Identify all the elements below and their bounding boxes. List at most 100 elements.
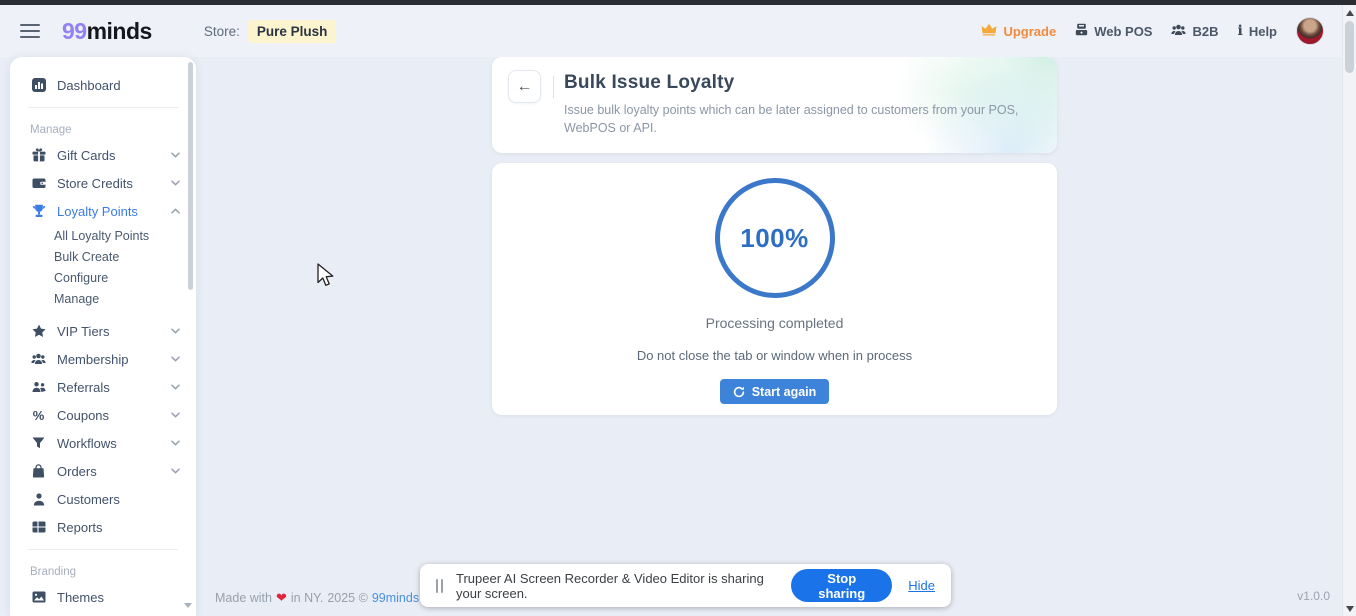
brand-logo[interactable]: 99minds xyxy=(62,18,152,45)
sidebar-item-label: Themes xyxy=(57,589,104,605)
sidebar-subitem-all-loyalty-points[interactable]: All Loyalty Points xyxy=(10,225,196,246)
stop-sharing-button[interactable]: Stop sharing xyxy=(791,569,893,602)
hide-link[interactable]: Hide xyxy=(908,578,935,593)
sidebar-item-membership[interactable]: Membership xyxy=(10,345,196,373)
sidebar-subitem-manage[interactable]: Manage xyxy=(10,288,196,309)
page-subtitle: Issue bulk loyalty points which can be l… xyxy=(564,103,1019,136)
sidebar-item-label: Orders xyxy=(57,463,97,479)
back-button[interactable]: ← xyxy=(508,70,541,103)
info-icon: i xyxy=(1237,23,1243,39)
user-avatar[interactable] xyxy=(1296,17,1324,45)
back-arrow-icon: ← xyxy=(516,77,533,95)
sidebar-item-label: VIP Tiers xyxy=(57,323,110,339)
b2b-label: B2B xyxy=(1192,23,1219,39)
start-again-button[interactable]: Start again xyxy=(719,379,830,404)
chevron-down-icon xyxy=(171,440,180,446)
chevron-down-icon xyxy=(171,468,180,474)
logo-99: 99 xyxy=(62,17,87,44)
footer-year: 2025 © xyxy=(327,591,368,605)
footer-note: Made with ❤ in NY. 2025 © 99minds Inc xyxy=(215,590,439,606)
members-group-icon xyxy=(30,353,47,365)
sidebar-subitem-bulk-create[interactable]: Bulk Create xyxy=(10,246,196,267)
upgrade-button[interactable]: Upgrade xyxy=(981,23,1056,39)
refresh-icon xyxy=(733,386,745,398)
progress-status: Processing completed xyxy=(705,315,844,331)
sidebar-nav: Dashboard Manage Gift Cards Store Credit… xyxy=(10,57,196,616)
person-icon xyxy=(30,492,47,506)
logo-minds: minds xyxy=(86,17,153,44)
sidebar-item-reports[interactable]: Reports xyxy=(10,513,196,541)
sidebar-item-loyalty-points[interactable]: Loyalty Points xyxy=(10,197,196,225)
drag-handle-icon[interactable] xyxy=(436,578,443,593)
sidebar-item-label: Dashboard xyxy=(57,77,121,93)
title-divider xyxy=(553,76,554,98)
store-label: Store: xyxy=(203,23,240,39)
sidebar-item-vip-tiers[interactable]: VIP Tiers xyxy=(10,317,196,345)
sidebar-section-branding: Branding xyxy=(30,566,77,578)
sidebar-item-label: Membership xyxy=(57,351,129,367)
scrollbar-thumb[interactable] xyxy=(1345,21,1354,73)
sidebar-item-workflows[interactable]: Workflows xyxy=(10,429,196,457)
two-people-icon xyxy=(30,381,47,393)
footer-location: in NY. xyxy=(290,591,324,605)
browser-scrollbar[interactable] xyxy=(1342,5,1356,616)
sidebar-section-manage: Manage xyxy=(30,124,72,136)
trophy-icon xyxy=(30,204,47,218)
sidebar-item-label: Coupons xyxy=(57,407,110,423)
progress-warning: Do not close the tab or window when in p… xyxy=(636,348,913,363)
help-label: Help xyxy=(1248,23,1277,39)
window-top-strip xyxy=(0,0,1356,5)
upgrade-label: Upgrade xyxy=(1003,23,1057,39)
sidebar-item-store-credits[interactable]: Store Credits xyxy=(10,169,196,197)
sidebar-item-emails[interactable]: Emails xyxy=(10,611,196,616)
sidebar-item-customers[interactable]: Customers xyxy=(10,485,196,513)
share-message: Trupeer AI Screen Recorder & Video Edito… xyxy=(456,570,764,601)
sidebar-item-label: Gift Cards xyxy=(57,147,116,163)
screen-share-bar: Trupeer AI Screen Recorder & Video Edito… xyxy=(420,564,951,607)
wallet-icon xyxy=(30,176,47,190)
sidebar-item-gift-cards[interactable]: Gift Cards xyxy=(10,141,196,169)
sidebar-item-label: Referrals xyxy=(57,379,110,395)
star-icon xyxy=(30,324,47,338)
store-selector: Store: Pure Plush xyxy=(203,19,337,43)
web-pos-button[interactable]: Web POS xyxy=(1075,23,1152,39)
sidebar-subitem-configure[interactable]: Configure xyxy=(10,267,196,288)
b2b-button[interactable]: B2B xyxy=(1171,23,1219,39)
mouse-cursor xyxy=(316,262,335,294)
footer-made-with: Made with xyxy=(215,591,272,605)
percent-icon: % xyxy=(32,407,45,423)
help-button[interactable]: i Help xyxy=(1238,23,1278,39)
sidebar-item-themes[interactable]: Themes xyxy=(10,583,196,611)
shopping-bag-icon xyxy=(30,464,47,478)
sidebar-item-label: Reports xyxy=(57,519,103,535)
sidebar-item-label: Customers xyxy=(57,491,120,507)
hamburger-menu-icon[interactable] xyxy=(20,24,40,38)
sidebar-item-orders[interactable]: Orders xyxy=(10,457,196,485)
chevron-down-icon xyxy=(171,152,180,158)
gift-icon xyxy=(30,148,47,162)
sidebar-item-coupons[interactable]: % Coupons xyxy=(10,401,196,429)
progress-percent: 100% xyxy=(740,222,809,253)
sidebar-item-label: Loyalty Points xyxy=(57,203,138,219)
progress-card: 100% Processing completed Do not close t… xyxy=(492,163,1057,415)
people-group-icon xyxy=(1171,24,1187,39)
page-title: Bulk Issue Loyalty xyxy=(564,72,735,93)
pos-terminal-icon xyxy=(1075,23,1088,39)
scroll-down-icon[interactable] xyxy=(1346,606,1354,612)
chevron-down-icon xyxy=(171,384,180,390)
sidebar-divider xyxy=(28,107,178,108)
heart-icon: ❤ xyxy=(275,590,287,605)
image-icon xyxy=(30,591,47,603)
chevron-down-icon xyxy=(171,328,180,334)
sidebar-item-referrals[interactable]: Referrals xyxy=(10,373,196,401)
sidebar-item-label: Store Credits xyxy=(57,175,133,191)
bar-chart-icon xyxy=(30,78,47,92)
sidebar-divider xyxy=(28,549,178,550)
sidebar-item-label: Workflows xyxy=(57,435,117,451)
scroll-up-icon[interactable] xyxy=(1346,10,1354,16)
store-name-badge[interactable]: Pure Plush xyxy=(247,19,337,43)
sidebar-item-dashboard[interactable]: Dashboard xyxy=(10,71,196,99)
sidebar-scrollbar-thumb[interactable] xyxy=(188,62,193,290)
funnel-icon xyxy=(30,437,47,450)
sidebar-scroll-down-icon[interactable] xyxy=(184,603,192,608)
